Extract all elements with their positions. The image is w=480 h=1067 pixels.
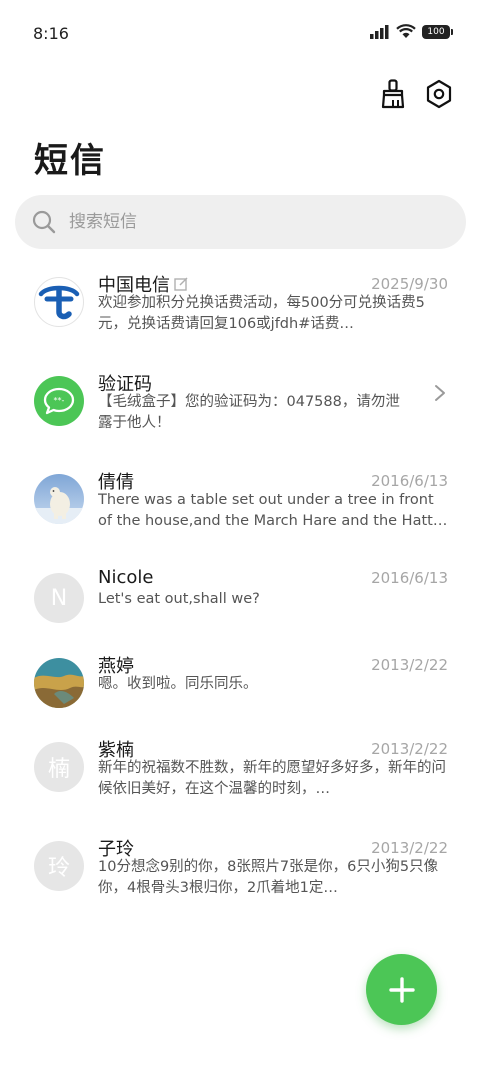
avatar: 楠	[34, 742, 84, 792]
edit-icon	[174, 277, 188, 291]
message-date: 2016/6/13	[371, 568, 448, 587]
conversation-item[interactable]: 倩倩 2016/6/13 There was a table set out u…	[0, 472, 480, 566]
message-preview: Let's eat out,shall we?	[98, 591, 260, 607]
battery-icon: 100	[422, 24, 453, 39]
message-preview: 欢迎参加积分兑换话费活动，每500分可兑换话费5元，兑换话费请回复106或jfd…	[98, 295, 425, 332]
message-date: 2013/2/22	[371, 839, 448, 857]
chat-bubble-icon: **-	[43, 387, 75, 415]
avatar	[34, 277, 84, 327]
avatar: 玲	[34, 841, 84, 891]
telecom-logo-icon	[38, 285, 80, 320]
search-input[interactable]	[67, 211, 431, 233]
conversation-header: Nicole 2016/6/13	[98, 567, 448, 588]
avatar: **-	[34, 376, 84, 426]
chevron-right-icon	[435, 385, 445, 401]
avatar-letter: 楠	[47, 757, 70, 782]
message-date: 2016/6/13	[371, 472, 448, 490]
avatar: N	[34, 573, 84, 623]
conversation-item[interactable]: 中国电信 2025/9/30 欢迎参加积分兑换话费活动，每500分可兑换话费5元…	[0, 275, 480, 369]
status-time: 8:16	[33, 24, 69, 43]
message-preview: 新年的祝福数不胜数，新年的愿望好多好多，新年的问候依旧美好，在这个温馨的时刻，…	[98, 760, 446, 797]
new-message-button[interactable]	[366, 954, 437, 1025]
svg-text:**-: **-	[54, 396, 65, 405]
message-date: 2025/9/30	[371, 275, 448, 293]
wifi-icon	[396, 24, 416, 38]
search-icon	[32, 210, 56, 234]
settings-button[interactable]	[424, 77, 454, 111]
avatar	[34, 658, 84, 708]
signal-icon	[370, 24, 389, 39]
conversation-item[interactable]: **- 验证码 【毛绒盒子】您的验证码为：047588，请勿泄露于他人！	[0, 374, 480, 468]
message-preview: 10分想念9别的你，8张照片7张是你，6只小狗5只像你，4根骨头3根归你，2爪着…	[98, 859, 439, 896]
page-title: 短信	[34, 141, 106, 181]
message-preview: 嗯。收到啦。同乐同乐。	[98, 676, 258, 692]
conversation-item[interactable]: 玲 子玲 2013/2/22 10分想念9别的你，8张照片7张是你，6只小狗5只…	[0, 839, 480, 933]
top-actions	[378, 77, 454, 111]
message-date: 2013/2/22	[371, 740, 448, 758]
avatar-letter: N	[50, 585, 68, 611]
avatar	[34, 474, 84, 524]
plus-icon	[388, 976, 415, 1003]
status-icons: 100	[370, 24, 453, 39]
battery-level: 100	[427, 26, 445, 37]
polar-bear-photo	[34, 474, 84, 524]
message-preview: 【毛绒盒子】您的验证码为：047588，请勿泄露于他人！	[98, 394, 400, 431]
message-preview: There was a table set out under a tree i…	[98, 492, 448, 529]
message-date: 2013/2/22	[371, 656, 448, 674]
contact-name: Nicole	[98, 567, 154, 588]
search-bar[interactable]	[15, 195, 466, 249]
avatar-letter: 玲	[47, 856, 70, 881]
broom-icon	[381, 79, 405, 109]
status-bar: 8:16 100	[0, 0, 480, 66]
landscape-photo	[34, 658, 84, 708]
settings-icon	[426, 79, 452, 109]
conversation-item[interactable]: 楠 紫楠 2013/2/22 新年的祝福数不胜数，新年的愿望好多好多，新年的问候…	[0, 740, 480, 834]
clean-button[interactable]	[378, 77, 408, 111]
